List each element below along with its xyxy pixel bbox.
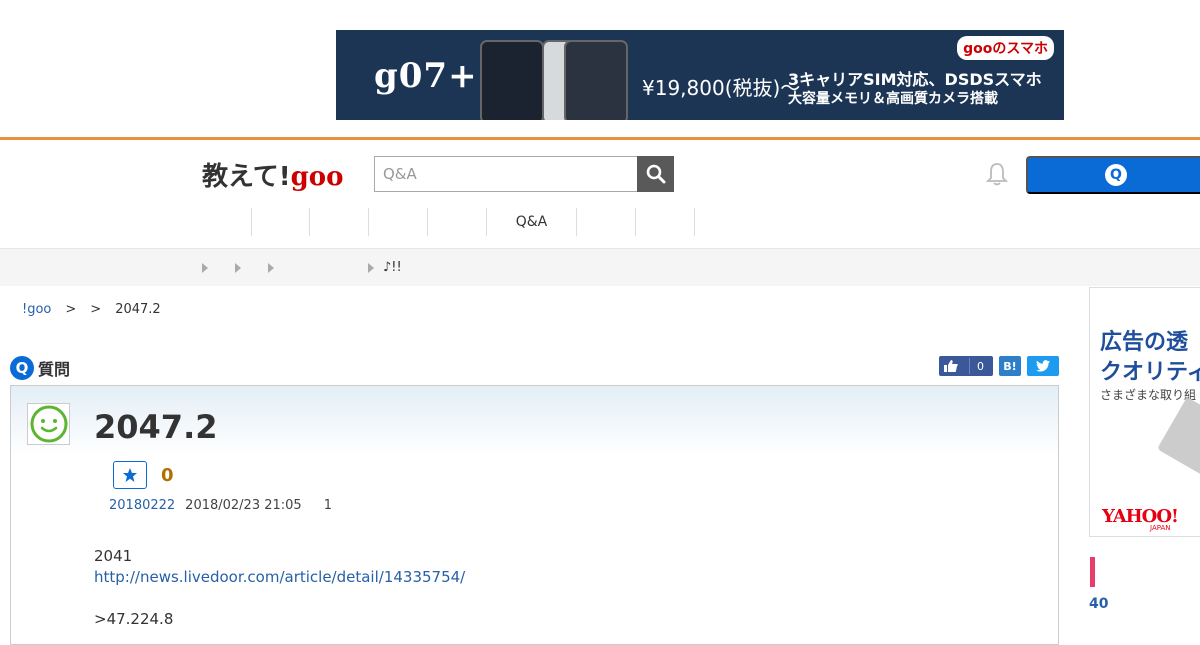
facebook-like-button[interactable]: 0 (939, 356, 993, 376)
answer-count: 1 (323, 498, 332, 513)
author-link[interactable]: 20180222 (109, 498, 175, 513)
post-date: 2018/02/23 21:05 (185, 498, 302, 513)
breadcrumb-separator: > (65, 302, 77, 317)
thumbs-up-icon (944, 360, 958, 372)
nav-item[interactable] (251, 208, 310, 236)
question-box: 2047.2 0 20180222 2018/02/23 21:05 1 204… (10, 385, 1059, 645)
side-ad-line: クオリティ (1100, 360, 1200, 385)
question-body: 2041 http://news.livedoor.com/article/de… (94, 546, 465, 630)
hatena-bookmark-button[interactable]: B! (999, 356, 1021, 376)
sub-category-bar: ♪!! (0, 248, 1200, 286)
twitter-share-button[interactable] (1027, 356, 1059, 376)
avatar[interactable] (27, 403, 70, 445)
caret-right-icon (268, 263, 274, 273)
like-count: 0 (969, 358, 991, 374)
search-icon (646, 164, 665, 184)
favorite-count: 0 (161, 465, 174, 486)
twitter-bird-icon (1036, 360, 1050, 372)
side-ad-line: さまざまな取り組 (1100, 388, 1197, 402)
bell-icon[interactable] (986, 162, 1008, 186)
favorite-button[interactable] (113, 461, 147, 489)
question-icon: Q (1105, 164, 1127, 186)
breadcrumb-current: 2047.2 (115, 302, 161, 317)
question-meta: 20180222 2018/02/23 21:05 1 (109, 498, 332, 513)
ad-tag: gooのスマホ (957, 36, 1054, 60)
ask-question-button[interactable]: Q (1026, 156, 1200, 194)
nav-item[interactable] (636, 208, 695, 236)
ranking-marker (1090, 557, 1095, 587)
sub-category-link[interactable]: ♪!! (383, 260, 402, 275)
nav-item-qa[interactable]: Q&A (487, 208, 577, 236)
side-ad-image (1157, 397, 1200, 479)
breadcrumb-home[interactable]: !goo (22, 302, 51, 317)
caret-right-icon (368, 263, 374, 273)
side-ad-line: 広告の透 (1100, 330, 1189, 355)
ad-price: ¥19,800(税抜)〜 (642, 76, 801, 100)
search-input[interactable] (374, 156, 638, 192)
nav-item[interactable] (310, 208, 369, 236)
search-button[interactable] (637, 156, 674, 192)
ad-phone-image (564, 40, 628, 120)
breadcrumb-separator: > (90, 302, 102, 317)
caret-right-icon (235, 263, 241, 273)
question-title: 2047.2 (94, 408, 218, 446)
question-icon: Q (10, 356, 34, 380)
category-nav: Q&A (251, 208, 695, 236)
ad-phone-image (480, 40, 544, 120)
ad-headline: 3キャリアSIM対応、DSDSスマホ (788, 70, 1042, 89)
smiley-face-icon (30, 405, 67, 443)
body-text: >47.224.8 (94, 610, 174, 628)
logo-goo: goo (290, 162, 344, 192)
body-link[interactable]: http://news.livedoor.com/article/detail/… (94, 568, 465, 586)
breadcrumb: !goo > > 2047.2 (22, 302, 161, 317)
side-ad[interactable]: 広告の透 クオリティ さまざまな取り組 YAHOO! JAPAN (1089, 287, 1200, 537)
ad-banner[interactable]: g07++ ¥19,800(税抜)〜 3キャリアSIM対応、DSDSスマホ 大容… (336, 30, 1064, 120)
question-section-header: Q 質問 (10, 356, 70, 380)
ad-subline: 大容量メモリ＆高画質カメラ搭載 (788, 91, 998, 107)
star-icon (123, 468, 137, 482)
body-text: 2041 (94, 547, 133, 565)
nav-item[interactable] (369, 208, 428, 236)
nav-item[interactable] (577, 208, 636, 236)
yahoo-logo-sub: JAPAN (1150, 524, 1171, 532)
nav-item[interactable] (428, 208, 487, 236)
site-logo[interactable]: 教えて!goo (202, 156, 343, 193)
section-title: 質問 (38, 360, 71, 379)
header-divider (0, 137, 1200, 140)
ranking-number: 40 (1089, 596, 1109, 612)
caret-right-icon (202, 263, 208, 273)
logo-text: 教えて! (202, 162, 291, 192)
